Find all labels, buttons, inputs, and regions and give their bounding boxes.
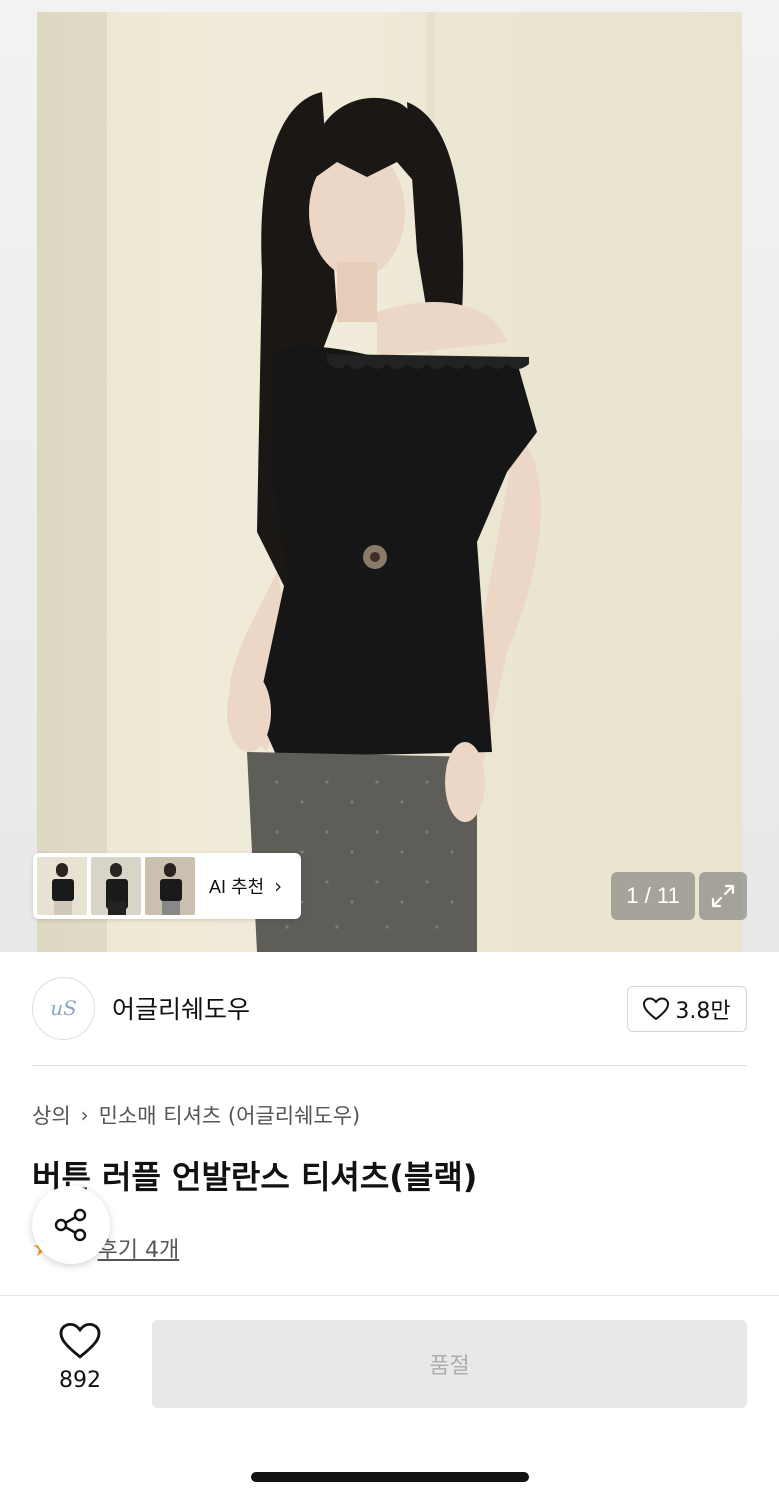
ai-thumbnail[interactable] xyxy=(91,857,141,915)
brand-like-button[interactable]: 3.8만 xyxy=(627,986,747,1032)
brand-row[interactable]: uS 어글리쉐도우 3.8만 xyxy=(32,976,747,1040)
product-photo-illustration xyxy=(37,12,541,952)
expand-button[interactable] xyxy=(699,872,747,920)
product-image[interactable] xyxy=(37,12,742,952)
soldout-button[interactable]: 품절 xyxy=(152,1320,747,1408)
breadcrumb-category[interactable]: 상의 xyxy=(32,1100,71,1130)
share-icon xyxy=(54,1208,87,1242)
breadcrumb-subcategory[interactable]: 민소매 티셔츠 (어글리쉐도우) xyxy=(99,1100,361,1130)
chevron-right-icon: › xyxy=(80,1103,89,1127)
heart-icon xyxy=(643,997,670,1021)
brand-logo[interactable]: uS xyxy=(32,976,95,1040)
ai-thumbnail[interactable] xyxy=(37,857,87,915)
expand-icon xyxy=(711,884,735,908)
ai-recommend-label: AI 추천 xyxy=(209,877,265,897)
ai-recommend-card[interactable]: AI 추천 › xyxy=(33,853,301,919)
bottom-bar-divider xyxy=(0,1295,779,1296)
ai-thumbnail[interactable] xyxy=(145,857,195,915)
home-indicator[interactable] xyxy=(251,1472,529,1482)
heart-icon xyxy=(59,1322,101,1359)
brand-name[interactable]: 어글리쉐도우 xyxy=(112,990,250,1026)
chevron-right-icon: › xyxy=(274,874,283,898)
wish-count: 892 xyxy=(59,1368,101,1393)
product-title: 버튼 러플 언발란스 티셔츠(블랙) xyxy=(32,1158,478,1196)
image-counter: 1 / 11 xyxy=(611,872,695,920)
breadcrumb: 상의 › 민소매 티셔츠 (어글리쉐도우) xyxy=(32,1100,360,1130)
wish-button[interactable]: 892 xyxy=(40,1322,120,1393)
section-divider xyxy=(32,1065,747,1066)
reviews-link[interactable]: 후기 4개 xyxy=(98,1232,180,1264)
share-button[interactable] xyxy=(32,1186,110,1264)
brand-like-count: 3.8만 xyxy=(675,999,731,1024)
